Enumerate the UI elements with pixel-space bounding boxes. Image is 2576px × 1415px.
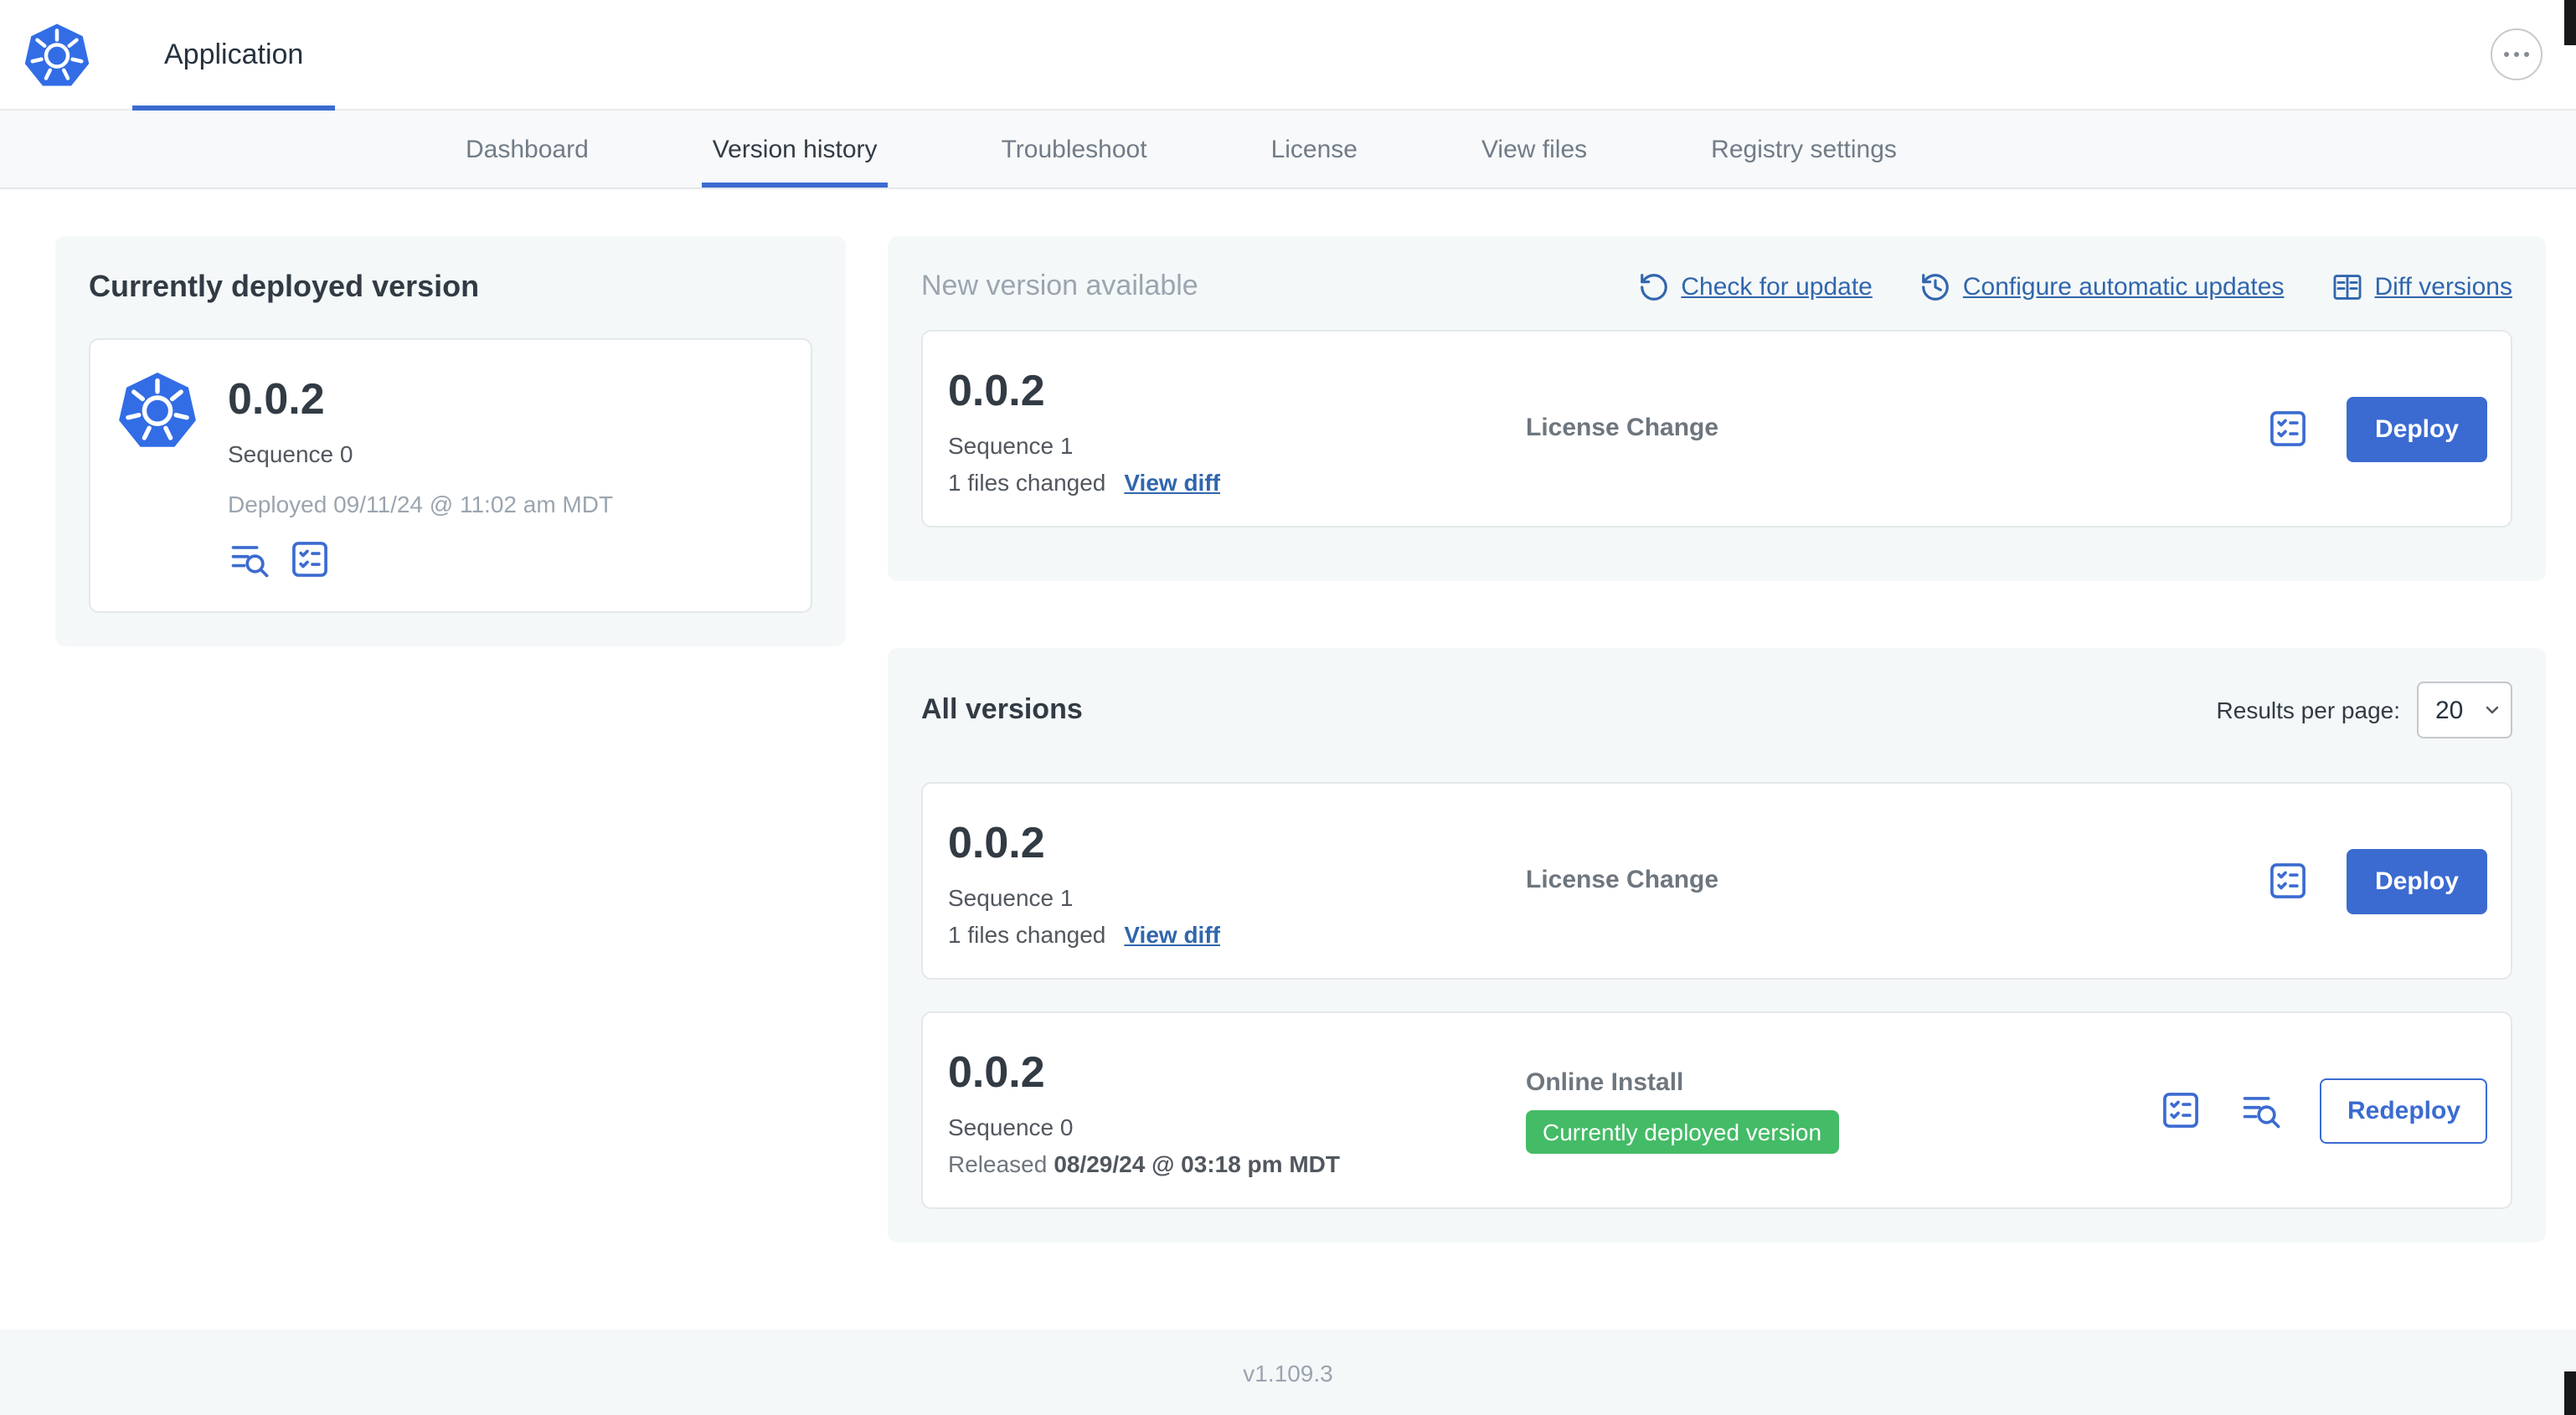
deployed-version-number: 0.0.2 (228, 373, 325, 424)
deploy-button[interactable]: Deploy (2346, 396, 2487, 461)
deployed-sequence: Sequence 0 (228, 440, 353, 467)
kots-admin-console: Application Dashboard Version history Tr… (0, 0, 2576, 1415)
nav-tab-license[interactable]: License (1261, 111, 1368, 188)
version-source: Online Install Currently deployed versio… (1526, 1068, 2160, 1153)
version-info: 0.0.2 Sequence 0 Released 08/29/24 @ 03:1… (948, 1043, 1526, 1177)
deployed-version-card: 0.0.2 Sequence 0 Deployed 09/11/24 @ 11:… (89, 338, 812, 613)
source-label: Online Install (1526, 1068, 1684, 1096)
app-logo[interactable] (20, 21, 94, 88)
deployed-actions (228, 538, 613, 581)
version-card-actions: Deploy (2266, 848, 2487, 913)
all-versions-header: All versions Results per page: 20 (921, 682, 2512, 738)
release-notes-button[interactable] (2266, 407, 2310, 450)
version-rows: 0.0.2 Sequence 1 1 files changed View di… (921, 782, 2512, 1209)
diff-versions-link[interactable]: Diff versions (2331, 270, 2512, 302)
version-card-actions: Redeploy (2160, 1078, 2487, 1143)
currently-deployed-badge: Currently deployed version (1526, 1109, 1839, 1153)
diff-icon (2331, 270, 2362, 302)
released-timestamp: Released 08/29/24 @ 03:18 pm MDT (948, 1150, 1526, 1177)
view-diff-link[interactable]: View diff (1124, 469, 1220, 496)
check-for-update-link[interactable]: Check for update (1637, 270, 1873, 302)
version-number: 0.0.2 (948, 365, 1045, 415)
logs-icon (228, 538, 271, 581)
files-changed-row: 1 files changed View diff (948, 469, 1526, 496)
kubernetes-app-icon (117, 370, 198, 581)
redeploy-button[interactable]: Redeploy (2320, 1078, 2487, 1143)
results-per-page: Results per page: 20 (2217, 682, 2512, 738)
results-per-page-select[interactable]: 20 (2417, 682, 2512, 738)
ellipsis-icon (2504, 52, 2529, 57)
files-changed-label: 1 files changed (948, 469, 1106, 496)
version-number: 0.0.2 (948, 1047, 1045, 1097)
version-row: 0.0.2 Sequence 1 1 files changed View di… (921, 782, 2512, 980)
app-nav: Dashboard Version history Troubleshoot L… (0, 111, 2576, 189)
version-sequence: Sequence 1 (948, 884, 1074, 911)
new-version-header: New version available Check for update C… (921, 270, 2512, 303)
results-per-page-label: Results per page: (2216, 697, 2400, 723)
configure-automatic-updates-link[interactable]: Configure automatic updates (1919, 270, 2284, 302)
files-changed-row: 1 files changed View diff (948, 921, 1526, 948)
app-tab-label: Application (164, 38, 304, 69)
nav-tab-dashboard[interactable]: Dashboard (456, 111, 599, 188)
released-date: 08/29/24 @ 03:18 pm MDT (1054, 1150, 1340, 1177)
overflow-menu-button[interactable] (2491, 28, 2543, 80)
top-bar: Application (0, 0, 2576, 111)
nav-tab-troubleshoot[interactable]: Troubleshoot (992, 111, 1157, 188)
version-source: License Change (1526, 414, 2266, 444)
version-info: 0.0.2 Sequence 1 1 files changed View di… (948, 362, 1526, 496)
version-source: License Change (1526, 866, 2266, 896)
source-label: License Change (1526, 414, 1719, 442)
version-sequence: Sequence 0 (948, 1114, 1074, 1140)
new-version-title: New version available (921, 270, 1198, 301)
new-version-card: 0.0.2 Sequence 1 1 files changed View di… (921, 330, 2512, 527)
footer: v1.109.3 (0, 1330, 2576, 1415)
checklist-icon (2266, 407, 2310, 450)
currently-deployed-panel: Currently deployed version 0.0.2 Sequenc… (55, 236, 846, 646)
view-logs-button[interactable] (228, 538, 271, 581)
version-card-actions: Deploy (2266, 396, 2487, 461)
version-row: 0.0.2 Sequence 0 Released 08/29/24 @ 03:1… (921, 1011, 2512, 1209)
checklist-icon (288, 538, 332, 581)
new-version-panel: New version available Check for update C… (888, 236, 2546, 581)
console-version: v1.109.3 (1243, 1359, 1333, 1386)
all-versions-title: All versions (921, 693, 1083, 725)
checklist-icon (2266, 859, 2310, 903)
version-sequence: Sequence 1 (948, 432, 1074, 459)
nav-tab-registry-settings[interactable]: Registry settings (1701, 111, 1907, 188)
released-label: Released (948, 1150, 1048, 1177)
right-column: New version available Check for update C… (888, 236, 2546, 1243)
scrollbar-thumb-bottom[interactable] (2564, 1371, 2576, 1415)
deploy-button[interactable]: Deploy (2346, 848, 2487, 913)
files-changed-label: 1 files changed (948, 921, 1106, 948)
kubernetes-logo-icon (23, 21, 90, 88)
logs-icon (2240, 1088, 2284, 1132)
tab-application[interactable]: Application (132, 0, 336, 111)
view-diff-link[interactable]: View diff (1124, 921, 1220, 948)
history-clock-icon (1919, 270, 1951, 302)
view-logs-button[interactable] (2240, 1088, 2284, 1132)
main-content: Currently deployed version 0.0.2 Sequenc… (0, 189, 2576, 1330)
version-info: 0.0.2 Sequence 1 1 files changed View di… (948, 814, 1526, 948)
nav-tab-view-files[interactable]: View files (1471, 111, 1597, 188)
deployed-version-info: 0.0.2 Sequence 0 Deployed 09/11/24 @ 11:… (228, 370, 613, 581)
deployed-timestamp: Deployed 09/11/24 @ 11:02 am MDT (228, 491, 614, 517)
scrollbar-thumb-top[interactable] (2564, 0, 2576, 45)
checklist-icon (2160, 1088, 2203, 1132)
all-versions-panel: All versions Results per page: 20 0.0.2 … (888, 648, 2546, 1243)
version-number: 0.0.2 (948, 817, 1045, 867)
rotate-ccw-icon (1637, 270, 1669, 302)
currently-deployed-title: Currently deployed version (89, 270, 480, 303)
release-notes-button[interactable] (2266, 859, 2310, 903)
release-notes-button[interactable] (288, 538, 332, 581)
nav-tab-version-history[interactable]: Version history (702, 111, 889, 188)
release-notes-button[interactable] (2160, 1088, 2203, 1132)
source-label: License Change (1526, 866, 1719, 894)
version-actions: Check for update Configure automatic upd… (1637, 270, 2512, 302)
